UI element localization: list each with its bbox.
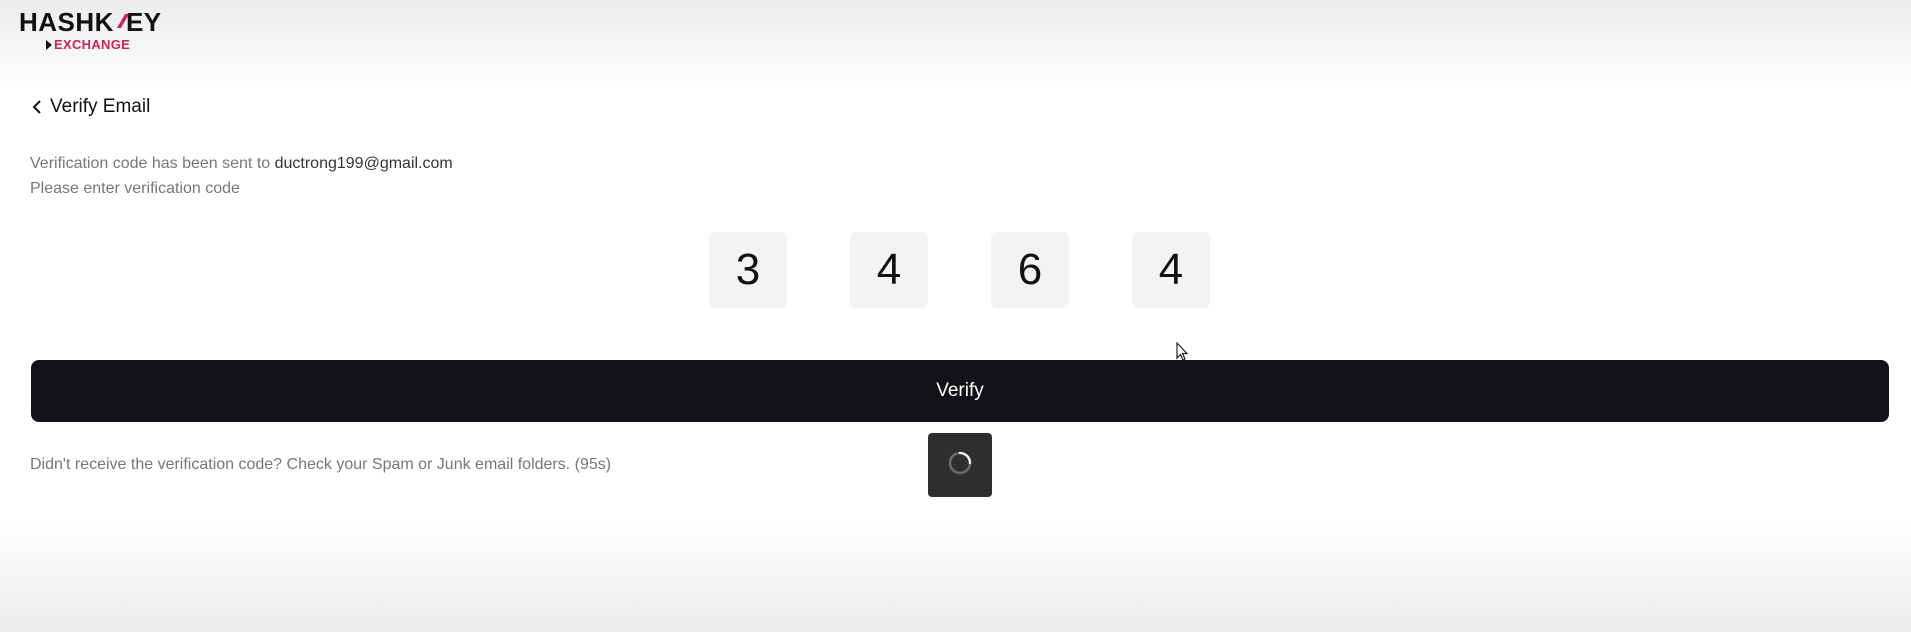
page-background	[0, 0, 1911, 632]
back-button[interactable]: Verify Email	[30, 96, 150, 118]
recipient-email: ductrong199@gmail.com	[274, 155, 453, 172]
chevron-left-icon[interactable]	[30, 99, 44, 115]
code-sent-message: Verification code has been sent to ductr…	[30, 155, 453, 172]
page-title: Verify Email	[50, 96, 151, 117]
logo-triangle-icon	[46, 39, 52, 50]
loading-spinner-icon	[946, 449, 974, 482]
enter-code-instruction: Please enter verification code	[30, 180, 240, 197]
resend-help-text: Didn't receive the verification code? Ch…	[30, 456, 612, 473]
hashkey-exchange-logo: HASH K EY EXCHANGE	[19, 8, 162, 52]
verification-code-inputs: 3 4 6 4	[709, 232, 1210, 308]
code-digit-input[interactable]: 4	[1132, 232, 1210, 308]
code-digit-input[interactable]: 3	[709, 232, 787, 308]
loading-overlay	[928, 433, 992, 497]
logo-subtitle: EXCHANGE	[46, 37, 162, 52]
code-digit-input[interactable]: 4	[850, 232, 928, 308]
code-digit-input[interactable]: 6	[991, 232, 1069, 308]
verify-button[interactable]: Verify	[31, 360, 1889, 422]
logo-wordmark: HASH K EY	[19, 7, 162, 37]
